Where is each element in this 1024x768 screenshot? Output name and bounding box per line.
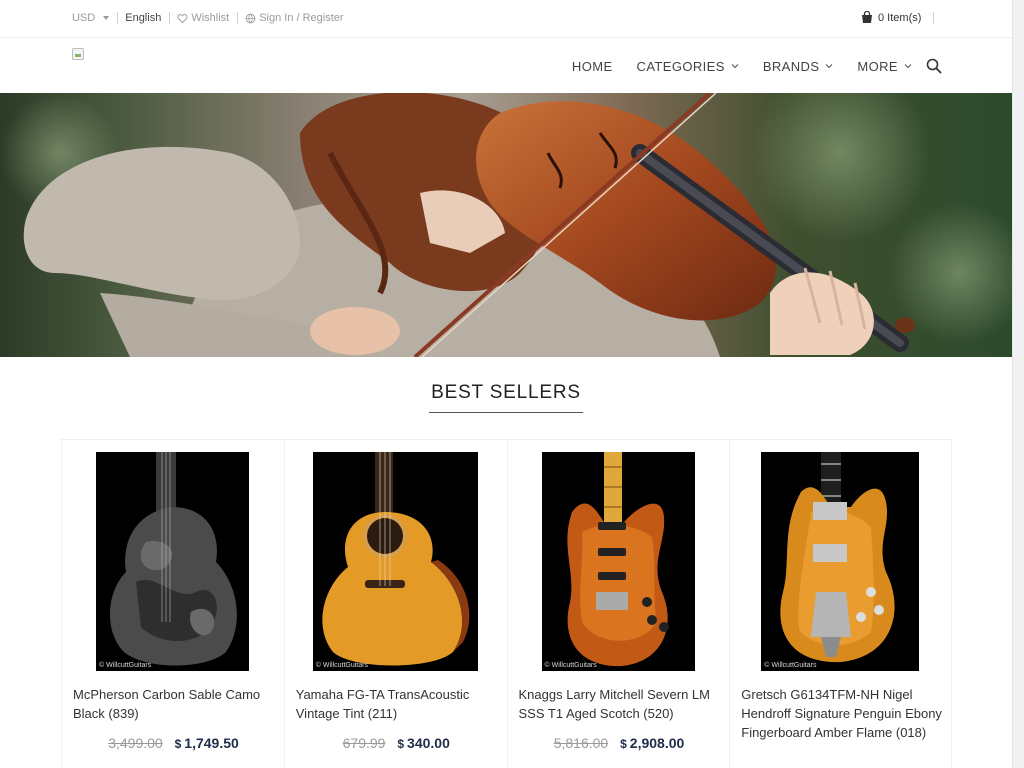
shopping-bag-icon — [862, 11, 872, 23]
nav-home[interactable]: HOME — [572, 59, 613, 74]
divider — [933, 11, 935, 24]
divider — [169, 12, 171, 24]
sale-price: $2,908.00 — [620, 735, 684, 751]
sale-price: $1,749.50 — [175, 735, 239, 751]
nav-categories[interactable]: CATEGORIES — [637, 59, 739, 74]
guitar-electric-gretsch-icon[interactable]: © WillcuttGuitars — [761, 452, 920, 671]
guitar-acoustic-natural-icon[interactable]: © WillcuttGuitars — [312, 452, 478, 671]
product-card[interactable]: © WillcuttGuitars Yamaha FG-TA TransAcou… — [283, 439, 508, 768]
currency-symbol: $ — [620, 737, 627, 751]
hero-banner[interactable] — [0, 93, 1012, 357]
watermark: © WillcuttGuitars — [544, 662, 597, 669]
currency-symbol: $ — [174, 737, 182, 751]
nav-categories-label: CATEGORIES — [636, 58, 725, 74]
language-selector[interactable]: English — [125, 12, 161, 24]
caret-down-icon — [103, 16, 110, 20]
cart-link[interactable]: 0 Item(s) — [860, 11, 935, 24]
search-icon[interactable] — [926, 58, 942, 74]
product-card[interactable]: © WillcuttGuitars Gretsch G6134TFM-NH Ni… — [729, 439, 952, 768]
violinist-illustration — [0, 93, 1012, 357]
logo-image[interactable] — [72, 48, 84, 60]
currency-selector[interactable]: USD — [72, 12, 110, 24]
section-title: BEST SELLERS — [0, 382, 1012, 413]
product-name[interactable]: McPherson Carbon Sable Camo Black (839) — [73, 685, 278, 723]
product-card[interactable]: © WillcuttGuitars McPherson Carbon Sable… — [61, 439, 284, 768]
watermark: © WillcuttGuitars — [99, 662, 152, 669]
wishlist-label: Wishlist — [191, 12, 230, 24]
currency-symbol: $ — [397, 737, 405, 751]
product-prices: 5,816.00 $2,908.00 — [508, 735, 731, 751]
old-price: 5,816.00 — [553, 735, 609, 751]
nav-home-label: HOME — [571, 58, 613, 74]
chevron-down-icon — [904, 64, 912, 69]
divider — [237, 12, 239, 24]
product-name[interactable]: Gretsch G6134TFM-NH Nigel Hendroff Signa… — [741, 685, 946, 742]
nav-brands-label: BRANDS — [762, 58, 820, 74]
heart-icon — [177, 13, 188, 23]
sale-price: $340.00 — [397, 735, 450, 751]
product-grid: © WillcuttGuitars McPherson Carbon Sable… — [61, 439, 952, 768]
best-sellers-heading: BEST SELLERS — [429, 382, 583, 413]
top-left-links: USD English Wishlist Sign In / Register — [72, 12, 344, 24]
currency-label: USD — [72, 12, 96, 24]
main-nav: HOME CATEGORIES BRANDS MORE — [572, 58, 942, 74]
guitar-electric-amber-icon[interactable]: © WillcuttGuitars — [541, 452, 695, 671]
nav-more-label: MORE — [857, 58, 898, 74]
product-name[interactable]: Yamaha FG-TA TransAcoustic Vintage Tint … — [296, 685, 501, 723]
old-price: 679.99 — [342, 735, 386, 751]
sale-price-value: 1,749.50 — [184, 735, 239, 751]
chevron-down-icon — [826, 64, 833, 69]
cart-count: 0 Item(s) — [878, 11, 922, 24]
signin-link[interactable]: Sign In / Register — [245, 12, 344, 24]
product-prices: 679.99 $340.00 — [285, 735, 508, 751]
globe-icon — [245, 13, 256, 23]
top-utility-bar: USD English Wishlist Sign In / Register … — [0, 0, 1024, 38]
product-card[interactable]: © WillcuttGuitars Knaggs Larry Mitchell … — [506, 439, 731, 768]
watermark: © WillcuttGuitars — [315, 662, 368, 669]
nav-more[interactable]: MORE — [857, 59, 912, 74]
chevron-down-icon — [731, 64, 739, 69]
scrollbar[interactable] — [1012, 0, 1024, 768]
sale-price-value: 340.00 — [407, 735, 450, 751]
product-name[interactable]: Knaggs Larry Mitchell Severn LM SSS T1 A… — [519, 685, 724, 723]
guitar-acoustic-camo-icon[interactable]: © WillcuttGuitars — [96, 452, 249, 671]
wishlist-link[interactable]: Wishlist — [177, 12, 229, 24]
product-prices: 3,499.00 $1,749.50 — [62, 735, 285, 751]
nav-brands[interactable]: BRANDS — [763, 59, 834, 74]
signin-label: Sign In / Register — [259, 12, 344, 24]
old-price: 3,499.00 — [108, 735, 163, 751]
divider — [117, 12, 119, 24]
sale-price-value: 2,908.00 — [629, 735, 685, 751]
watermark: © WillcuttGuitars — [764, 662, 817, 669]
main-header: HOME CATEGORIES BRANDS MORE — [0, 38, 1012, 93]
